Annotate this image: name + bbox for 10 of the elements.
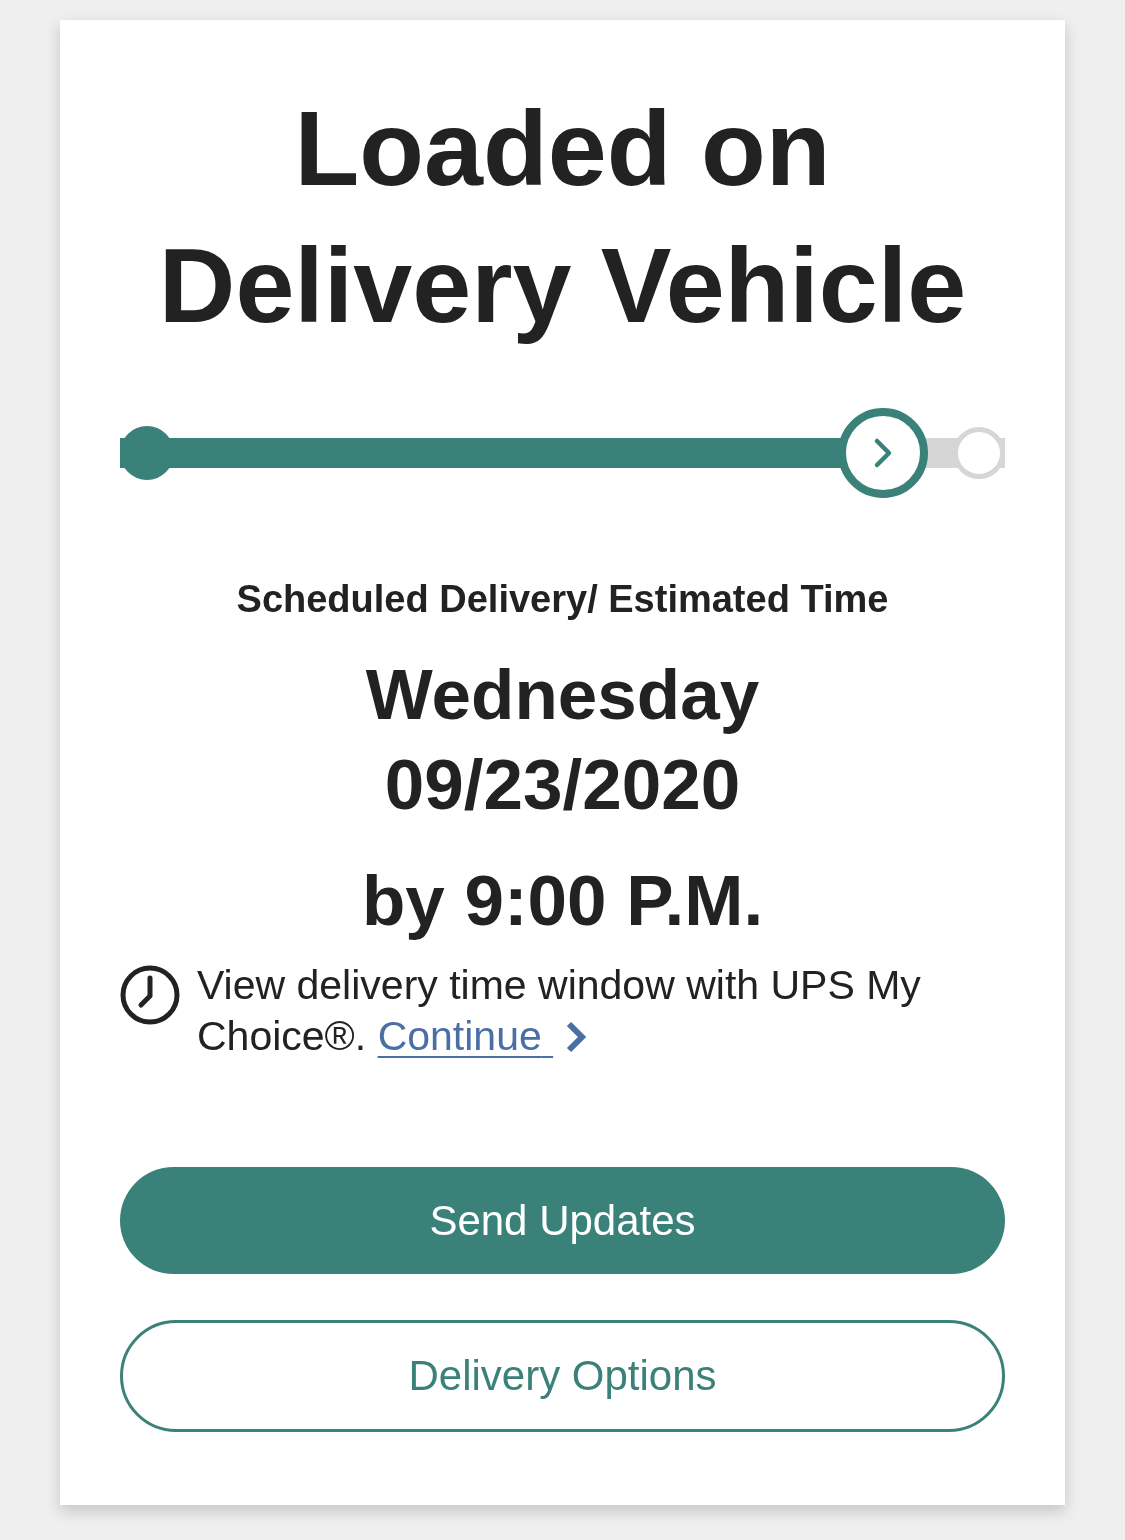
chevron-right-icon bbox=[565, 1020, 588, 1054]
delivery-date: Wednesday 09/23/2020 bbox=[364, 654, 761, 826]
delivery-time: by 9:00 P.M. bbox=[361, 860, 764, 942]
delivery-options-button[interactable]: Delivery Options bbox=[120, 1320, 1005, 1432]
continue-link[interactable]: Continue bbox=[377, 1013, 554, 1059]
schedule-label: Scheduled Delivery/ Estimated Time bbox=[236, 577, 889, 622]
clock-icon bbox=[120, 965, 180, 1025]
notice-text: View delivery time window with UPS My Choice®. Continue bbox=[197, 961, 922, 1061]
status-title: Loaded on Delivery Vehicle bbox=[157, 88, 968, 346]
send-updates-button[interactable]: Send Updates bbox=[120, 1167, 1005, 1274]
